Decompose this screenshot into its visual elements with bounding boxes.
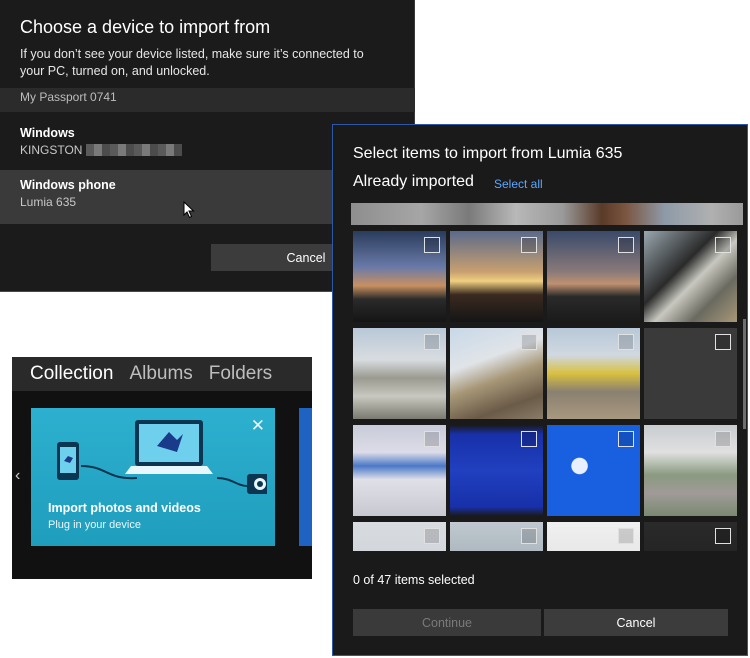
thumbnail-checkbox[interactable] [618,334,634,350]
thumbnail-checkbox[interactable] [618,528,634,544]
thumbnail-checkbox[interactable] [521,237,537,253]
thumbnail-bridge-ramp[interactable] [450,328,543,419]
thumbnail-grid [353,231,739,551]
cancel-button[interactable]: Cancel [544,609,728,636]
thumbnail-windows-setup[interactable] [547,425,640,516]
thumbnail-sunset-field[interactable] [353,231,446,322]
thumbnail-dump-truck[interactable] [547,328,640,419]
thumbnail-checkbox[interactable] [715,431,731,447]
thumbnail-checkbox[interactable] [715,237,731,253]
thumbnail-checkbox[interactable] [715,334,731,350]
photos-nav-bar: Collection Albums Folders [12,357,312,391]
photos-app-panel: Collection Albums Folders ‹ ✕ Import pho… [12,357,312,579]
group-date-header [351,203,743,225]
thumbnail-construction[interactable] [450,522,543,551]
device-subtitle: Lumia 635 [20,195,77,209]
device-dialog-description: If you don’t see your device listed, mak… [20,47,364,78]
thumbnail-concrete-deck[interactable] [353,328,446,419]
thumbnail-checkbox[interactable] [618,431,634,447]
select-dialog-title-text: Select items to import from [353,145,544,162]
mouse-cursor-icon [183,201,195,219]
thumbnail-white-panel[interactable] [547,522,640,551]
thumbnail-checkbox[interactable] [715,528,731,544]
device-item-my-passport[interactable]: My Passport 0741 [0,88,415,112]
device-dialog-title: Choose a device to import from [20,17,271,37]
select-dialog-device: Lumia 635 [547,145,623,162]
redacted-text [86,144,183,156]
tile-subtitle: Plug in your device [48,519,141,531]
tab-collection[interactable]: Collection [30,363,113,385]
thumbnail-checkbox[interactable] [618,237,634,253]
next-tile-peek[interactable] [299,408,312,546]
thumbnail-checkbox[interactable] [424,528,440,544]
section-heading: Already imported [353,173,474,190]
select-items-dialog: Select items to import from Lumia 635 Al… [332,124,748,656]
thumbnail-pole[interactable] [353,522,446,551]
thumbnail-bridge-underside[interactable] [644,231,737,322]
thumbnail-checkbox[interactable] [521,431,537,447]
grid-scrollbar[interactable] [743,319,746,429]
thumbnail-checkbox[interactable] [424,237,440,253]
thumbnail-checkbox[interactable] [424,334,440,350]
thumbnail-checkbox[interactable] [521,528,537,544]
thumbnail-dark-frame[interactable] [644,328,737,419]
thumbnail-dark-monitor[interactable] [644,522,737,551]
device-subtitle: KINGSTON [20,143,83,157]
thumbnail-checkbox[interactable] [521,334,537,350]
thumbnail-checkbox[interactable] [424,431,440,447]
devices-illustration-icon [57,420,267,494]
tab-albums[interactable]: Albums [129,363,192,385]
selection-status: 0 of 47 items selected [353,573,475,587]
thumbnail-dusk-lot[interactable] [547,231,640,322]
device-item-label: My Passport 0741 [20,90,117,104]
thumbnail-blurred-tree[interactable] [644,425,737,516]
continue-button[interactable]: Continue [353,609,541,636]
thumbnail-bios-screen-2[interactable] [450,425,543,516]
select-all-link[interactable]: Select all [494,177,543,191]
tab-folders[interactable]: Folders [209,363,272,385]
chevron-left-icon[interactable]: ‹ [15,467,20,485]
tile-title: Import photos and videos [48,501,201,515]
thumbnail-bios-screen-1[interactable] [353,425,446,516]
select-dialog-title: Select items to import from Lumia 635 [353,145,622,163]
thumbnail-sunset-road[interactable] [450,231,543,322]
import-photos-tile[interactable]: ✕ Import photos and videos Plug in your … [31,408,275,546]
